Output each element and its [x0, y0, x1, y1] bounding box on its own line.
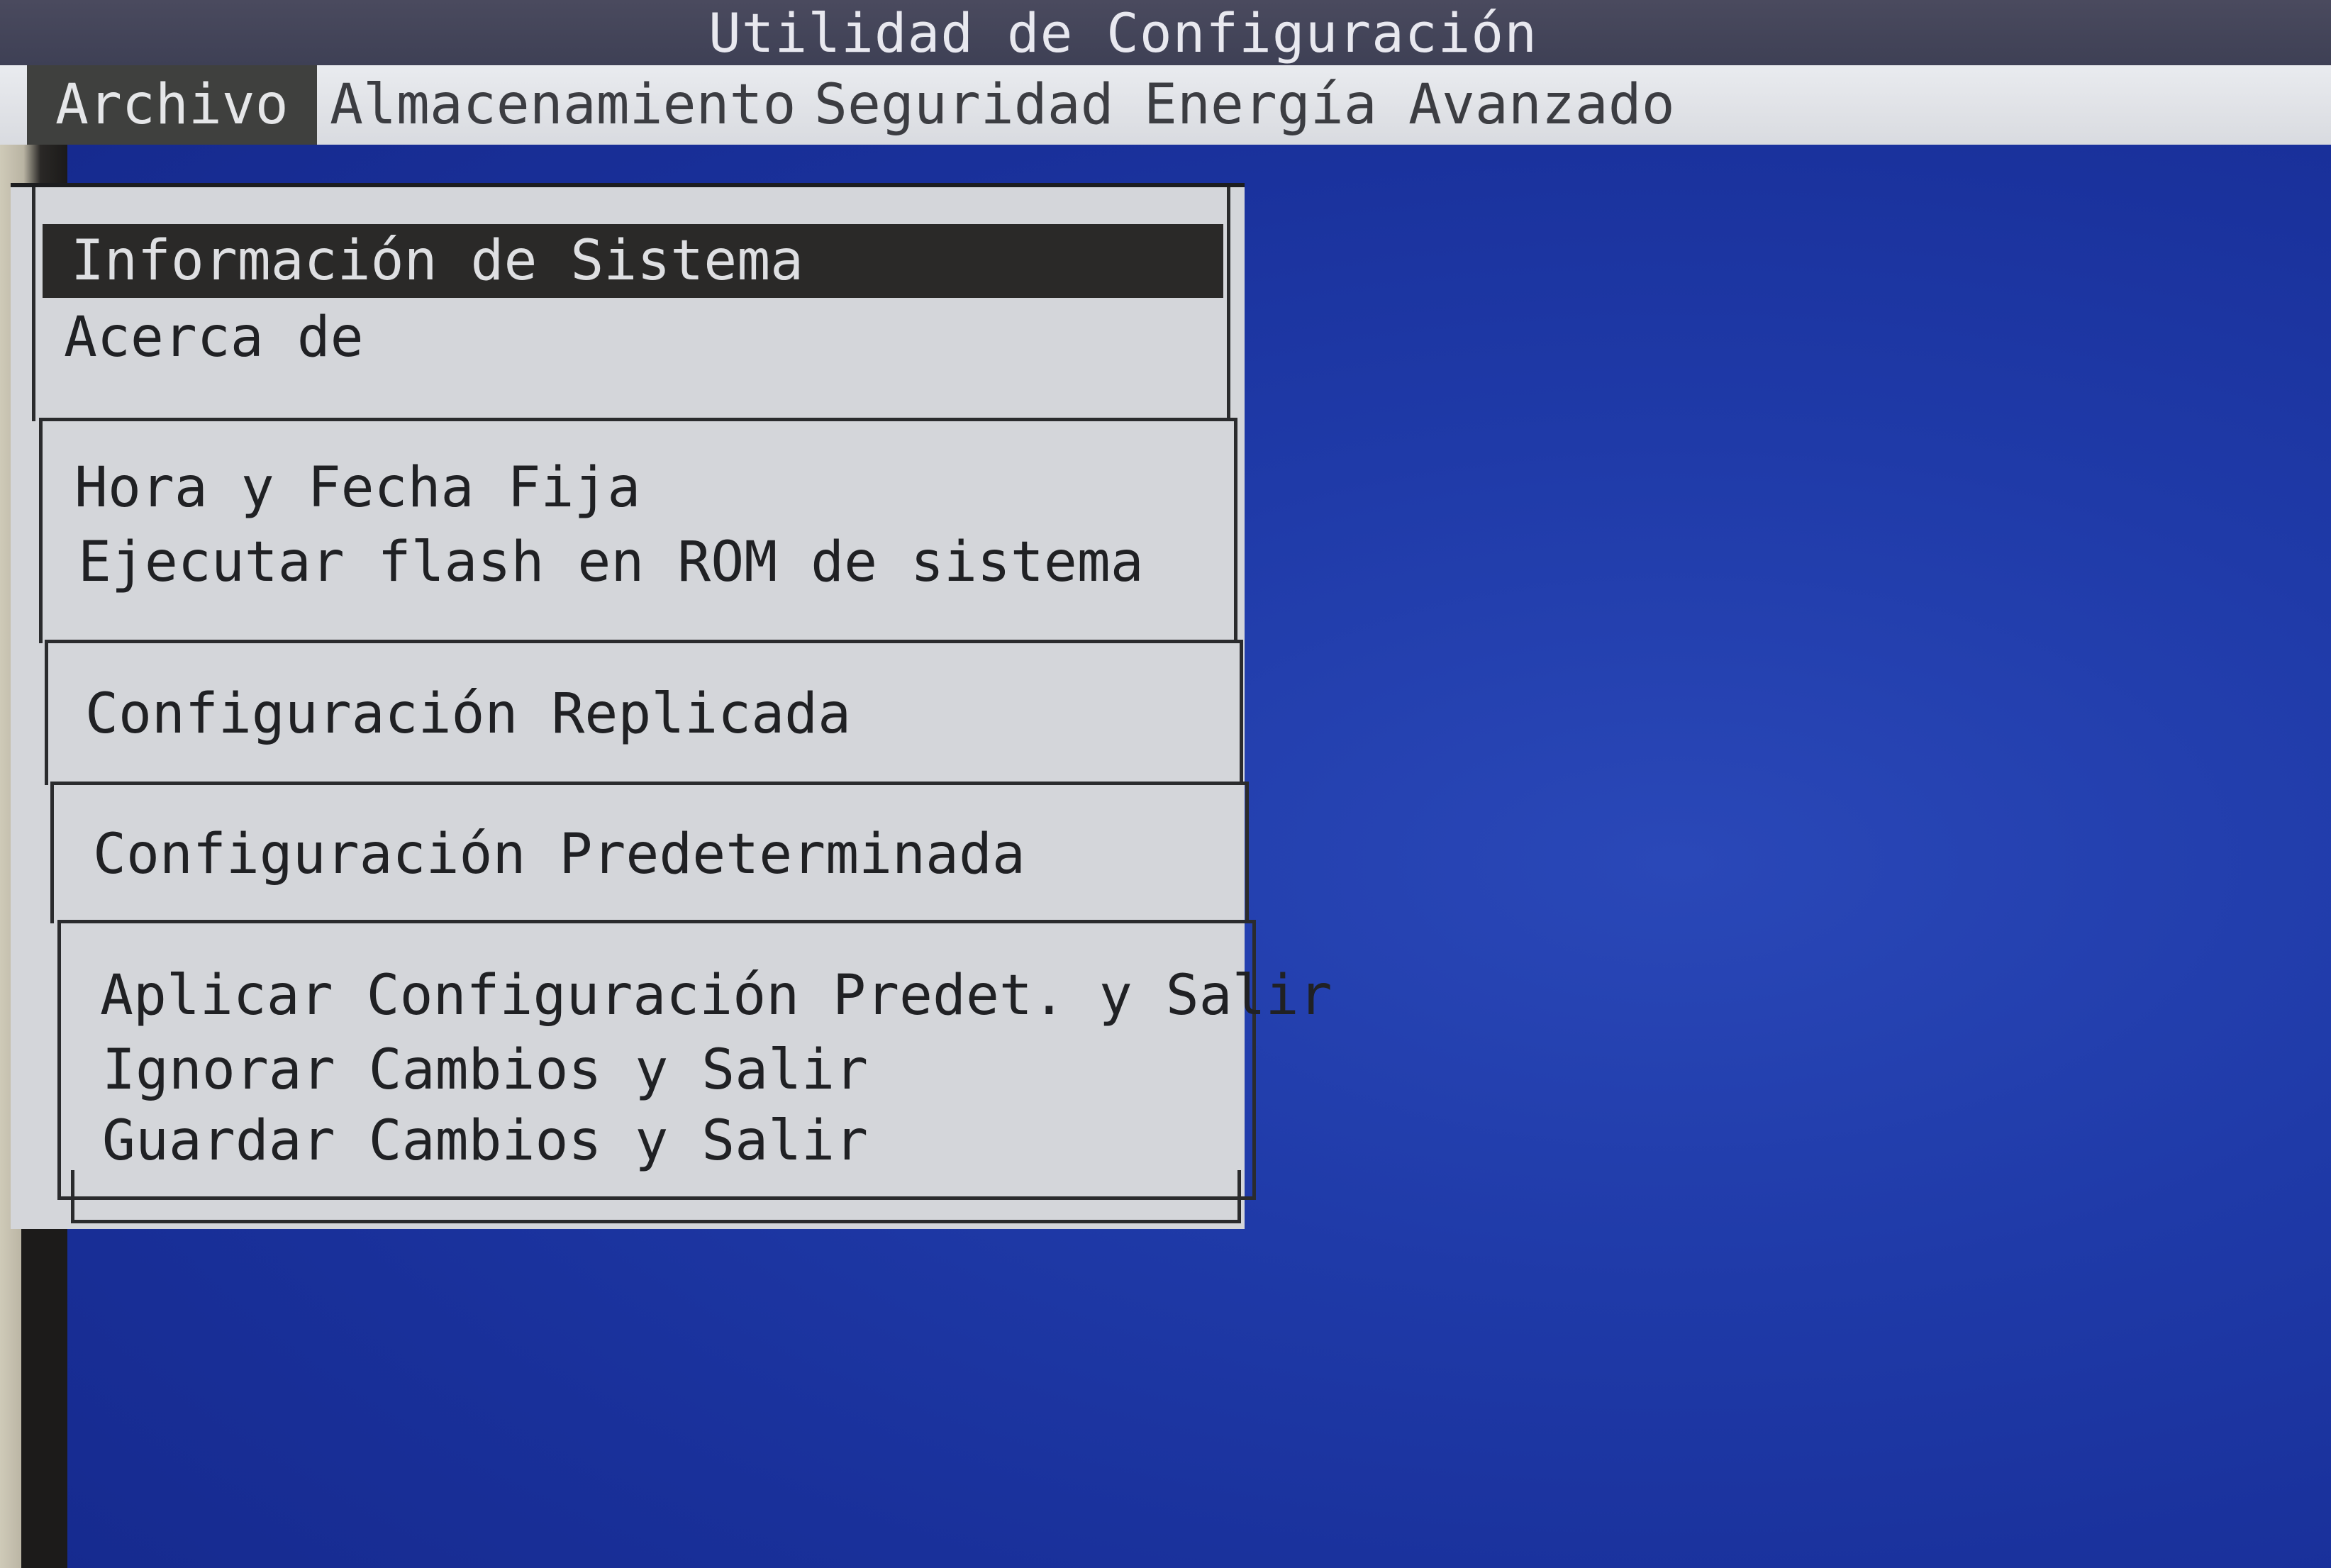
menu-item-ignorar-cambios-y-salir[interactable]: Ignorar Cambios y Salir — [61, 1033, 868, 1107]
menu-almacenamiento[interactable]: Almacenamiento — [330, 65, 796, 145]
title-bar: Utilidad de Configuración — [0, 0, 2331, 65]
menu-energia[interactable]: Energía — [1144, 65, 1377, 145]
menu-item-aplicar-predet-y-salir[interactable]: Aplicar Configuración Predet. y Salir — [61, 959, 1333, 1033]
menu-archivo[interactable]: Archivo — [27, 65, 317, 145]
menu-avanzado[interactable]: Avanzado — [1408, 65, 1675, 145]
dropdown-shadow-frame — [71, 1170, 1241, 1223]
menu-bar: Archivo Almacenamiento Seguridad Energía… — [0, 65, 2331, 145]
archivo-dropdown-menu: Información de Sistema Acerca de Hora y … — [11, 183, 1333, 1229]
menu-item-configuracion-replicada[interactable]: Configuración Replicada — [48, 677, 851, 751]
menu-item-configuracion-predeterminada[interactable]: Configuración Predeterminada — [54, 818, 1025, 891]
menu-item-hora-y-fecha[interactable]: Hora y Fecha Fija — [43, 451, 640, 525]
menu-item-informacion-de-sistema[interactable]: Información de Sistema — [43, 224, 1223, 298]
menu-item-acerca-de[interactable]: Acerca de — [35, 301, 364, 374]
menu-group-info: Información de Sistema Acerca de — [32, 187, 1230, 421]
menu-group-system: Hora y Fecha Fija Ejecutar flash en ROM … — [39, 418, 1237, 643]
menu-item-ejecutar-flash[interactable]: Ejecutar flash en ROM de sistema — [43, 526, 1144, 599]
window-title: Utilidad de Configuración — [708, 1, 1537, 65]
menu-group-replicada: Configuración Replicada — [45, 640, 1243, 785]
menu-group-predeterminada: Configuración Predeterminada — [50, 782, 1249, 923]
menu-group-exit: Aplicar Configuración Predet. y Salir Ig… — [57, 920, 1333, 1200]
menu-item-guardar-cambios-y-salir[interactable]: Guardar Cambios y Salir — [61, 1104, 868, 1178]
menu-seguridad[interactable]: Seguridad — [814, 65, 1114, 145]
